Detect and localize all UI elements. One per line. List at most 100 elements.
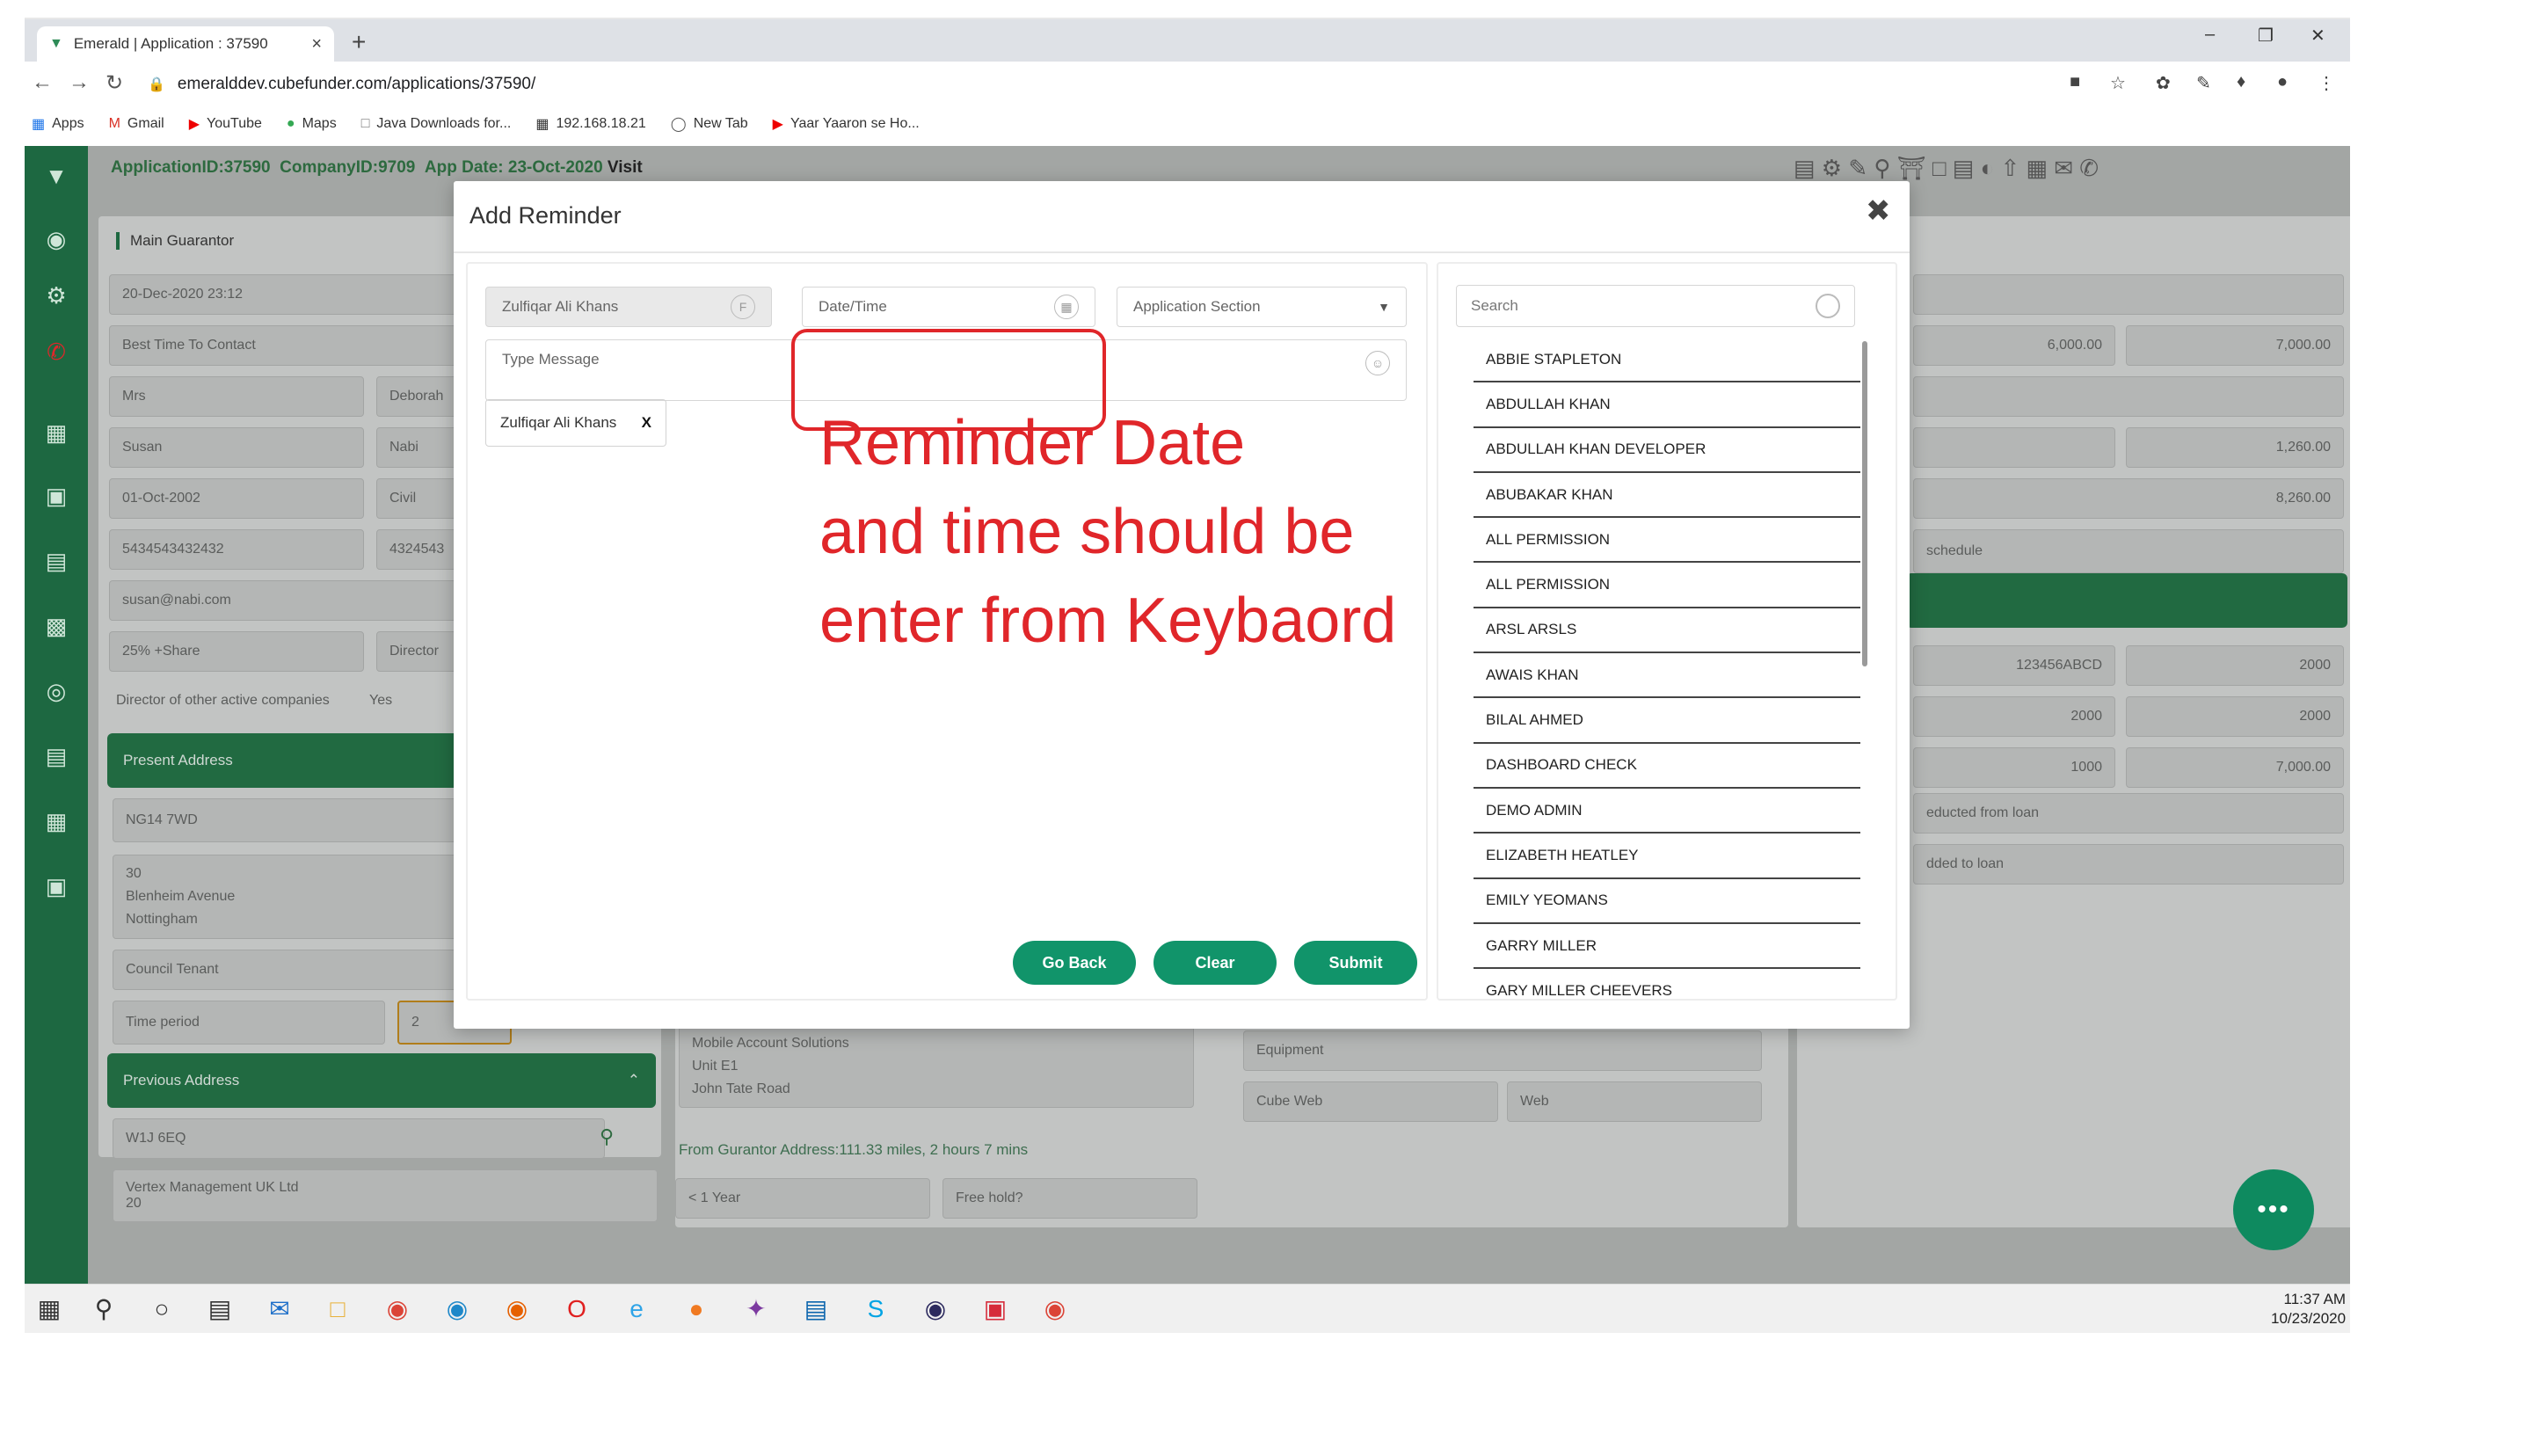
list-item[interactable]: ABDULLAH KHAN DEVELOPER [1474,428,1860,473]
previous-address-header[interactable]: Previous Address ⌃ [107,1053,656,1108]
first-name-field[interactable]: Susan [109,427,364,468]
list-item[interactable]: AWAIS KHAN [1474,653,1860,699]
forward-icon[interactable]: → [69,70,90,95]
list-item[interactable]: ABBIE STAPLETON [1474,338,1860,383]
value-field[interactable]: 2000 [1913,696,2115,737]
browser-tab[interactable]: ▼ Emerald | Application : 37590 × [37,26,334,62]
finance-select[interactable] [1913,274,2344,315]
list-item[interactable]: ARSL ARSLS [1474,608,1860,654]
list-item[interactable]: GARY MILLER CHEEVERS [1474,969,1860,999]
share-checkbox[interactable]: 25% +Share [109,631,364,672]
amount-field[interactable]: 7,000.00 [2126,325,2344,366]
value-field[interactable]: 1000 [1913,747,2115,788]
section-header[interactable] [1906,573,2347,628]
datetime-input[interactable]: Date/Time ▦ [802,287,1095,327]
bookmark-new-tab[interactable]: ◯ New Tab [671,115,748,133]
list-item[interactable]: ALL PERMISSION [1474,518,1860,564]
profile-avatar[interactable]: ● [2277,72,2288,92]
equipment-select[interactable]: Equipment [1243,1030,1762,1071]
bookmark-java[interactable]: □ Java Downloads for... [361,116,512,132]
user-list-scrollbar[interactable] [1862,341,1867,666]
list-icon[interactable]: ▤ [39,739,74,774]
dob-field[interactable]: 01-Oct-2002 [109,478,364,519]
list-item[interactable]: BILAL AHMED [1474,698,1860,744]
bookmark-youtube[interactable]: ▶ YouTube [189,115,262,133]
opera-icon[interactable]: O [559,1293,594,1325]
menu-kebab-icon[interactable]: ⋮ [2318,72,2335,94]
eclipse-icon[interactable]: ◉ [918,1293,953,1325]
percent-select[interactable] [1913,376,2344,417]
bookmark-maps[interactable]: ● Maps [287,116,337,132]
emoji-icon[interactable]: ☺ [1365,351,1390,375]
ie-icon[interactable]: e [619,1293,654,1325]
slack-icon[interactable]: ✦ [739,1293,774,1325]
reload-icon[interactable]: ↻ [106,70,123,96]
camera-icon[interactable]: ■ [2070,72,2080,92]
back-icon[interactable]: ← [32,70,53,95]
value-field[interactable]: 2000 [2126,645,2344,686]
assigned-user-field[interactable]: Zulfiqar Ali Khans F [485,287,772,327]
calendar-icon[interactable]: ▦ [1054,295,1079,319]
bookmark-apps[interactable]: ▦ Apps [32,115,84,133]
search-icon[interactable]: ⚲ [86,1293,121,1325]
target-icon[interactable]: ◎ [39,673,74,709]
bookmark-star-icon[interactable]: ☆ [2110,72,2126,94]
new-tab-button[interactable]: + [352,26,366,58]
remove-chip-button[interactable]: X [642,414,651,432]
clear-button[interactable]: Clear [1153,941,1277,985]
phone-icon[interactable]: ✆ [39,334,74,369]
list-item[interactable]: ALL PERMISSION [1474,563,1860,608]
web-select[interactable]: Web [1507,1081,1762,1122]
amount-field[interactable]: 6,000.00 [1913,325,2115,366]
app-icon[interactable]: ▣ [978,1293,1013,1325]
extension-icon[interactable]: ✿ [2156,72,2171,94]
system-clock[interactable]: 11:37 AM 10/23/2020 [2271,1290,2346,1329]
application-section-select[interactable]: Application Section ▼ [1117,287,1407,327]
task-view-icon[interactable]: ▤ [202,1293,237,1325]
windows-start-icon[interactable]: ▦ [32,1293,67,1325]
edge-icon[interactable]: ◉ [440,1293,475,1325]
puzzle-icon[interactable]: ♦ [2237,72,2245,92]
monitor-icon[interactable]: ▤ [39,543,74,579]
cortana-icon[interactable]: ○ [144,1293,179,1325]
value-field[interactable]: 7,000.00 [2126,747,2344,788]
list-item[interactable]: ELIZABETH HEATLEY [1474,834,1860,879]
postman-icon[interactable]: ● [679,1293,714,1325]
mail-icon[interactable]: ✉ [262,1293,297,1325]
download-icon[interactable]: ▩ [39,608,74,644]
list-item[interactable]: ABDULLAH KHAN [1474,382,1860,428]
best-time-field[interactable]: Best Time To Contact [109,325,478,366]
present-address-header[interactable]: Present Address [107,733,480,788]
list-item[interactable]: DEMO ADMIN [1474,789,1860,834]
total-field[interactable]: 8,260.00 [1913,478,2344,519]
report-icon[interactable]: ▦ [39,804,74,839]
user-icon[interactable]: ◉ [39,222,74,257]
duration-select[interactable]: < 1 Year [675,1178,930,1219]
logo-icon[interactable]: ▼ [39,158,74,193]
bookmark-gmail[interactable]: M Gmail [109,116,164,132]
toolbar-icons[interactable]: ▤ ⚙ ✎ ⚲ ⛩ □ ▤ ◐ ⇧ ▦ ✉ ✆ [1794,155,2099,182]
calendar-icon[interactable]: ▣ [39,478,74,513]
firefox-icon[interactable]: ◉ [499,1293,535,1325]
chrome-icon[interactable]: ◉ [380,1293,415,1325]
go-back-button[interactable]: Go Back [1013,941,1136,985]
close-tab-icon[interactable]: × [311,34,322,55]
dashboard-icon[interactable]: ▦ [39,415,74,450]
submit-button[interactable]: Submit [1294,941,1417,985]
reference-field[interactable]: 123456ABCD [1913,645,2115,686]
company-address-textarea[interactable]: Mobile Account Solutions Unit E1 John Ta… [679,1025,1194,1108]
prev-postcode-field[interactable]: W1J 6EQ [113,1118,605,1159]
restore-icon[interactable]: ❐ [2258,25,2274,47]
address-textarea[interactable]: 30 Blenheim Avenue Nottingham [113,855,482,939]
type-select[interactable] [1913,427,2115,468]
close-icon[interactable]: ✖ [1866,193,1891,229]
phone-field[interactable]: 5434543432432 [109,529,364,570]
title-select[interactable]: Mrs [109,376,364,417]
extension-icon[interactable]: ✎ [2196,72,2211,94]
schedule-field[interactable]: schedule [1913,529,2344,573]
email-field[interactable]: susan@nabi.com [109,580,478,621]
amount-field[interactable]: 1,260.00 [2126,427,2344,468]
list-item[interactable]: GARRY MILLER [1474,924,1860,970]
list-item[interactable]: ABUBAKAR KHAN [1474,473,1860,519]
list-item[interactable]: EMILY YEOMANS [1474,879,1860,924]
